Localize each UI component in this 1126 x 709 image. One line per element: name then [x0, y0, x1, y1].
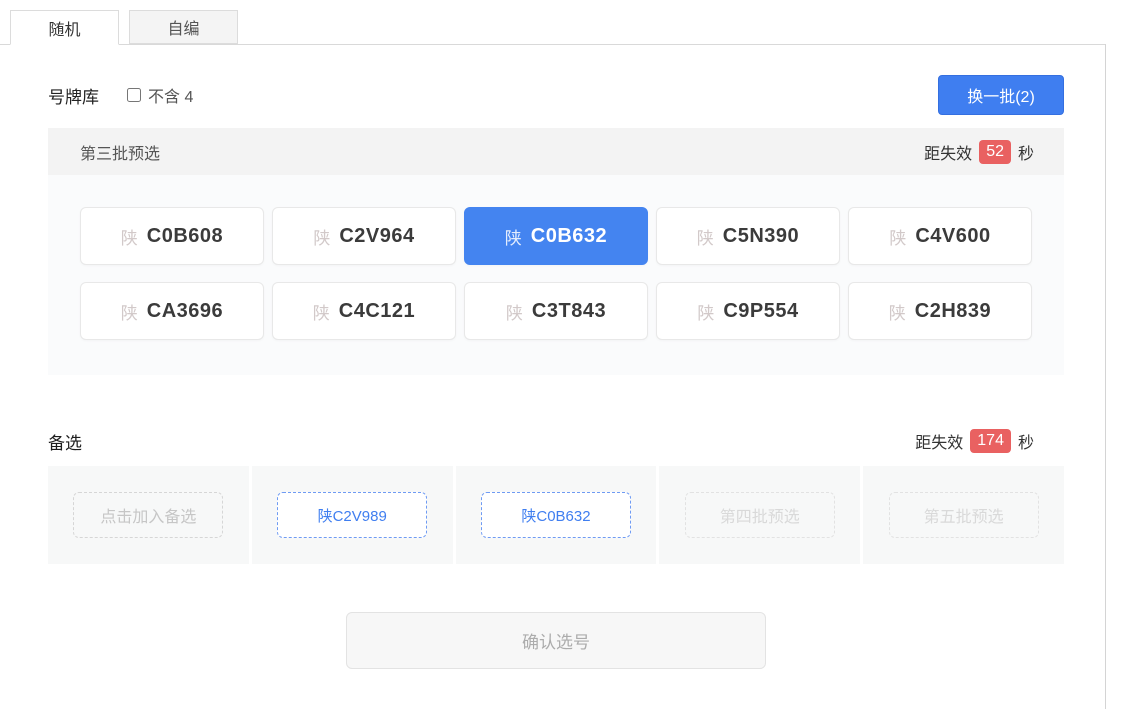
batch-title: 第三批预选: [80, 140, 160, 164]
future-batch-slot: 第四批预选: [685, 492, 835, 538]
plate-option[interactable]: 陕 C4C121: [272, 282, 456, 340]
plate-number: C4C121: [339, 300, 415, 323]
alternates-grid: 点击加入备选 陕C2V989 陕C0B632 第四批预选 第五批预选: [48, 466, 1064, 564]
plate-number: CA3696: [147, 300, 223, 323]
plate-option-selected[interactable]: 陕 C0B632: [464, 207, 648, 265]
alternates-expiry-prefix: 距失效: [915, 429, 963, 453]
alternate-plate-slot[interactable]: 陕C0B632: [481, 492, 631, 538]
alternate-cell: 第四批预选: [659, 466, 860, 564]
tab-random[interactable]: 随机: [10, 10, 119, 45]
panel-right-border: [1105, 44, 1106, 709]
exclude-4-control[interactable]: 不含 4: [127, 83, 193, 107]
plate-selection-page: 随机 自编 号牌库 不含 4 换一批(2) 第三批预选 距失效 52 秒 陕: [0, 0, 1126, 709]
alternate-plate-slot[interactable]: 陕C2V989: [277, 492, 427, 538]
plate-option[interactable]: 陕 C3T843: [464, 282, 648, 340]
plate-option[interactable]: 陕 CA3696: [80, 282, 264, 340]
plate-province: 陕: [697, 224, 714, 249]
plate-province: 陕: [505, 224, 522, 249]
batch-expiry-suffix: 秒: [1018, 140, 1034, 164]
future-batch-slot: 第五批预选: [889, 492, 1039, 538]
plate-province: 陕: [121, 299, 138, 324]
confirm-selection-button[interactable]: 确认选号: [346, 612, 766, 669]
plate-number: C5N390: [723, 225, 799, 248]
alternates-header: 备选 距失效 174 秒: [48, 427, 1064, 455]
plate-number: C0B632: [531, 225, 607, 248]
batch-expiry: 距失效 52 秒: [924, 140, 1034, 164]
plate-number: C2H839: [915, 300, 991, 323]
exclude-4-checkbox[interactable]: [127, 88, 141, 102]
plate-option[interactable]: 陕 C5N390: [656, 207, 840, 265]
alternate-cell: 陕C0B632: [456, 466, 657, 564]
plate-number: C0B608: [147, 225, 223, 248]
alternate-cell: 陕C2V989: [252, 466, 453, 564]
change-batch-button[interactable]: 换一批(2): [938, 75, 1064, 115]
plate-province: 陕: [313, 224, 330, 249]
plate-province: 陕: [889, 299, 906, 324]
library-title: 号牌库: [48, 83, 99, 108]
plate-option[interactable]: 陕 C2V964: [272, 207, 456, 265]
batch-header: 第三批预选 距失效 52 秒: [48, 128, 1064, 175]
panel-content: 号牌库 不含 4 换一批(2) 第三批预选 距失效 52 秒 陕 C0B608: [48, 45, 1064, 669]
plate-number: C3T843: [532, 300, 606, 323]
alternates-expiry-suffix: 秒: [1018, 429, 1034, 453]
tab-custom[interactable]: 自编: [129, 10, 238, 44]
plate-number: C4V600: [915, 225, 990, 248]
plate-grid: 陕 C0B608 陕 C2V964 陕 C0B632 陕 C5N390 陕: [80, 207, 1032, 340]
batch-expiry-countdown-badge: 52: [979, 140, 1011, 164]
plate-province: 陕: [506, 299, 523, 324]
alternate-cell: 第五批预选: [863, 466, 1064, 564]
exclude-4-label: 不含 4: [148, 83, 193, 107]
plate-province: 陕: [313, 299, 330, 324]
alternate-cell: 点击加入备选: [48, 466, 249, 564]
plate-number: C9P554: [723, 300, 798, 323]
plate-number: C2V964: [339, 225, 414, 248]
tab-bar: 随机 自编: [10, 10, 238, 45]
alternates-title: 备选: [48, 429, 82, 454]
alternates-expiry: 距失效 174 秒: [915, 429, 1034, 453]
add-alternate-slot[interactable]: 点击加入备选: [73, 492, 223, 538]
plate-option[interactable]: 陕 C4V600: [848, 207, 1032, 265]
alternates-expiry-countdown-badge: 174: [970, 429, 1011, 453]
batch-body: 陕 C0B608 陕 C2V964 陕 C0B632 陕 C5N390 陕: [48, 175, 1064, 375]
library-toolbar: 号牌库 不含 4 换一批(2): [48, 75, 1064, 115]
plate-province: 陕: [121, 224, 138, 249]
plate-option[interactable]: 陕 C2H839: [848, 282, 1032, 340]
plate-option[interactable]: 陕 C9P554: [656, 282, 840, 340]
plate-option[interactable]: 陕 C0B608: [80, 207, 264, 265]
plate-province: 陕: [889, 224, 906, 249]
plate-province: 陕: [697, 299, 714, 324]
batch-expiry-prefix: 距失效: [924, 140, 972, 164]
